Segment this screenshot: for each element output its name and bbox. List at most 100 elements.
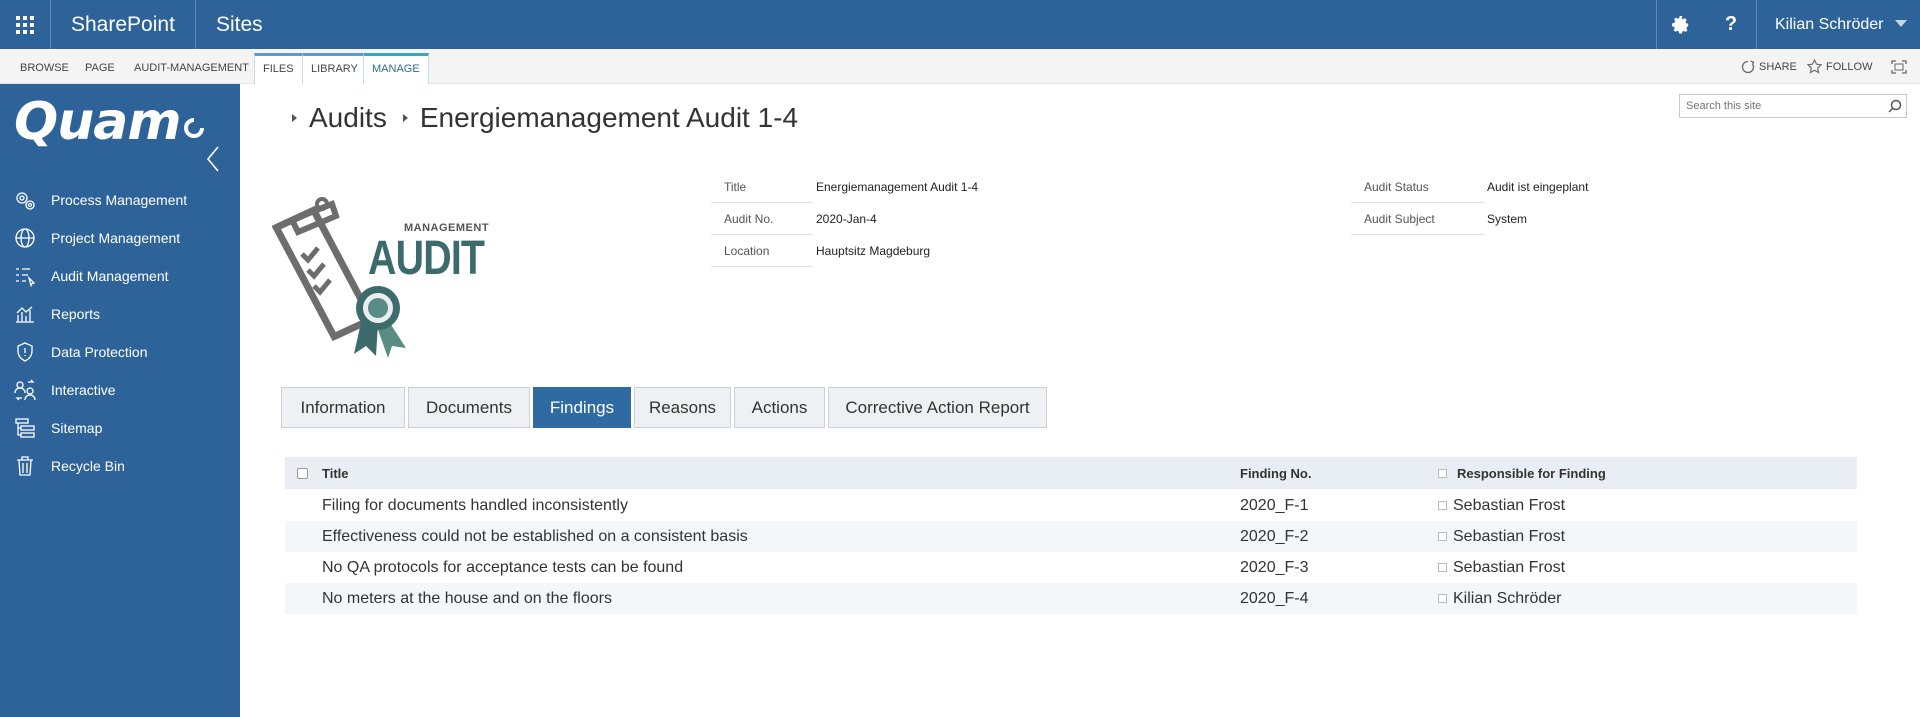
presence-icon (1438, 563, 1447, 572)
settings-gear-icon[interactable] (1656, 0, 1706, 49)
breadcrumb: Audits Energiemanagement Audit 1-4 (290, 98, 798, 138)
nav-item-process-management[interactable]: Process Management (0, 181, 240, 219)
responsible-person[interactable]: Kilian Schröder (1438, 583, 1562, 614)
column-header-responsible[interactable]: Responsible for Finding (1457, 457, 1606, 489)
finding-title-link[interactable]: Filing for documents handled inconsisten… (322, 490, 628, 521)
trash-icon (13, 454, 37, 478)
property-value: 2020-Jan-4 (816, 212, 877, 226)
page-title: Energiemanagement Audit 1-4 (419, 102, 799, 133)
responsible-name: Kilian Schröder (1453, 589, 1562, 607)
finding-no: 2020_F-4 (1240, 589, 1309, 607)
finding-no: 2020_F-1 (1240, 496, 1309, 514)
finding-no: 2020_F-2 (1240, 527, 1309, 545)
tab-corrective-action-report[interactable]: Corrective Action Report (828, 387, 1047, 428)
nav-label: Sitemap (51, 420, 103, 436)
chevron-down-icon[interactable] (1895, 20, 1907, 27)
property-value: Audit ist eingeplant (1487, 180, 1589, 194)
nav-item-audit-management[interactable]: Audit Management (0, 257, 240, 295)
nav-label: Recycle Bin (51, 458, 125, 474)
property-value: Energiemanagement Audit 1-4 (816, 180, 979, 194)
sharepoint-brand-link[interactable]: SharePoint (71, 0, 175, 49)
table-row[interactable]: No meters at the house and on the floors… (285, 583, 1857, 614)
nav-label: Process Management (51, 192, 188, 208)
focus-mode-icon[interactable] (1891, 49, 1907, 84)
table-row[interactable]: Filing for documents handled inconsisten… (285, 490, 1857, 521)
follow-label: FOLLOW (1826, 60, 1873, 73)
ribbon-tab-browse[interactable]: BROWSE (12, 53, 77, 84)
breadcrumb-arrow-icon (292, 114, 297, 122)
app-launcher-icon[interactable] (0, 0, 50, 49)
property-label: Audit Status (1351, 171, 1484, 203)
property-label: Location (711, 235, 812, 267)
tab-reasons[interactable]: Reasons (634, 387, 731, 428)
logo-swirl-icon (183, 117, 205, 138)
ribbon-tab-library[interactable]: LIBRARY (302, 53, 367, 84)
left-navigation: Quam Process Management Project Manageme… (0, 84, 240, 717)
ribbon-tab-page[interactable]: PAGE (77, 53, 123, 84)
nav-item-recycle-bin[interactable]: Recycle Bin (0, 447, 240, 485)
nav-label: Data Protection (51, 344, 148, 360)
nav-item-sitemap[interactable]: Sitemap (0, 409, 240, 447)
star-icon (1807, 59, 1822, 74)
globe-icon (13, 226, 37, 250)
nav-label: Audit Management (51, 268, 169, 284)
follow-button[interactable]: FOLLOW (1807, 49, 1872, 84)
tab-actions[interactable]: Actions (734, 387, 825, 428)
responsible-name: Sebastian Frost (1453, 496, 1566, 514)
help-icon[interactable]: ? (1706, 0, 1756, 49)
collapse-nav-chevron-icon[interactable] (206, 146, 220, 177)
nav-item-reports[interactable]: Reports (0, 295, 240, 333)
share-icon (1741, 59, 1755, 73)
column-header-finding-no[interactable]: Finding No. (1240, 457, 1311, 489)
table-row[interactable]: Effectiveness could not be established o… (285, 521, 1857, 552)
responsible-person[interactable]: Sebastian Frost (1438, 552, 1565, 583)
checklist-cursor-icon (13, 264, 37, 288)
nav-label: Reports (51, 306, 101, 322)
property-label: Audit No. (711, 203, 812, 235)
nav-item-interactive[interactable]: Interactive (0, 371, 240, 409)
nav-item-data-protection[interactable]: Data Protection (0, 333, 240, 371)
property-label: Title (711, 171, 812, 203)
responsible-person[interactable]: Sebastian Frost (1438, 521, 1565, 552)
search-icon[interactable] (1888, 99, 1902, 118)
table-row[interactable]: No QA protocols for acceptance tests can… (285, 552, 1857, 583)
select-all-checkbox[interactable] (297, 457, 308, 489)
breadcrumb-parent-link[interactable]: Audits (309, 102, 387, 134)
finding-title-link[interactable]: Effectiveness could not be established o… (322, 521, 748, 552)
column-header-responsible-checkbox[interactable] (1438, 457, 1451, 489)
search-box[interactable] (1679, 94, 1907, 118)
share-button[interactable]: SHARE (1741, 49, 1797, 84)
nav-label: Interactive (51, 382, 116, 398)
sites-link[interactable]: Sites (216, 0, 263, 49)
ribbon-tab-manage[interactable]: MANAGE (363, 53, 429, 84)
property-label: Audit Subject (1351, 203, 1484, 235)
suite-bar: SharePoint Sites ? Kilian Schröder (0, 0, 1920, 49)
column-header-title[interactable]: Title (322, 457, 349, 489)
breadcrumb-arrow-icon (402, 114, 408, 122)
chart-icon (13, 302, 37, 326)
finding-title-link[interactable]: No QA protocols for acceptance tests can… (322, 552, 683, 583)
presence-icon (1438, 501, 1447, 510)
responsible-name: Sebastian Frost (1453, 527, 1566, 545)
finding-title-link[interactable]: No meters at the house and on the floors (322, 583, 612, 614)
search-input[interactable] (1680, 95, 1876, 117)
quam-logo[interactable]: Quam (14, 92, 205, 152)
ribbon-tab-files[interactable]: FILES (254, 53, 303, 84)
people-exchange-icon (13, 378, 37, 402)
user-menu[interactable]: Kilian Schröder (1775, 0, 1884, 49)
nav-label: Project Management (51, 230, 181, 246)
presence-icon (1438, 594, 1447, 603)
divider (50, 0, 51, 49)
responsible-person[interactable]: Sebastian Frost (1438, 490, 1565, 521)
shield-icon (13, 340, 37, 364)
ribbon-tab-audit-management[interactable]: AUDIT-MANAGEMENT (126, 53, 257, 84)
logo-text: Quam (14, 92, 181, 152)
divider (195, 0, 196, 49)
nav-item-project-management[interactable]: Project Management (0, 219, 240, 257)
tab-information[interactable]: Information (281, 387, 405, 428)
tab-documents[interactable]: Documents (408, 387, 530, 428)
tab-findings[interactable]: Findings (533, 387, 631, 428)
audit-management-logo: MANAGEMENT AUDIT (271, 196, 489, 362)
presence-icon (1438, 532, 1447, 541)
logo-big-text: AUDIT (368, 232, 485, 285)
